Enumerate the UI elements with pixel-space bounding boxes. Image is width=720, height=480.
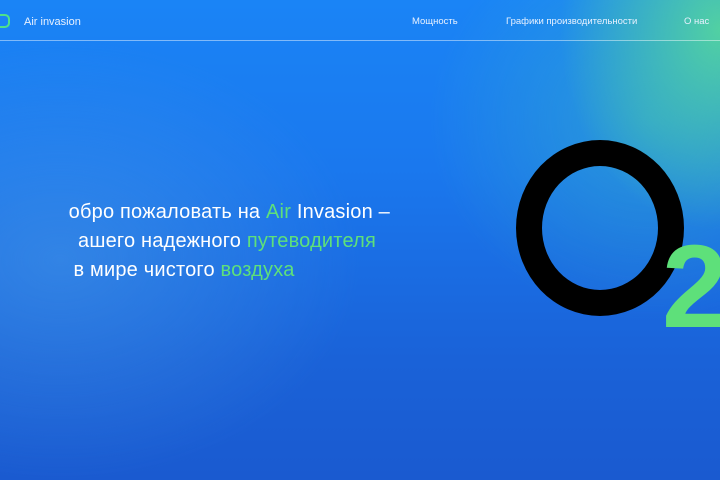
- brand-name[interactable]: Air invasion: [24, 16, 81, 28]
- hero-highlight: путеводителя: [246, 230, 376, 252]
- nav-performance-charts[interactable]: Графики производительности: [506, 16, 637, 27]
- nav-power[interactable]: Мощность: [412, 16, 458, 27]
- hero-highlight: воздуха: [220, 259, 295, 281]
- hero-text: в мире чистого: [73, 259, 221, 281]
- hero-heading: обро пожаловать на Air Invasion – ашего …: [0, 198, 390, 285]
- top-nav: Air invasion Мощность Графики производит…: [0, 0, 720, 41]
- logo-icon[interactable]: [0, 14, 10, 28]
- hero-highlight: Air: [266, 201, 292, 223]
- hero-text: обро пожаловать на: [68, 201, 267, 223]
- oxygen-o-graphic: [516, 140, 684, 316]
- nav-about[interactable]: О нас: [684, 16, 709, 27]
- hero-text: Invasion –: [291, 201, 390, 223]
- oxygen-subscript-2: 2: [662, 221, 720, 353]
- hero-text: ашего надежного: [78, 230, 247, 252]
